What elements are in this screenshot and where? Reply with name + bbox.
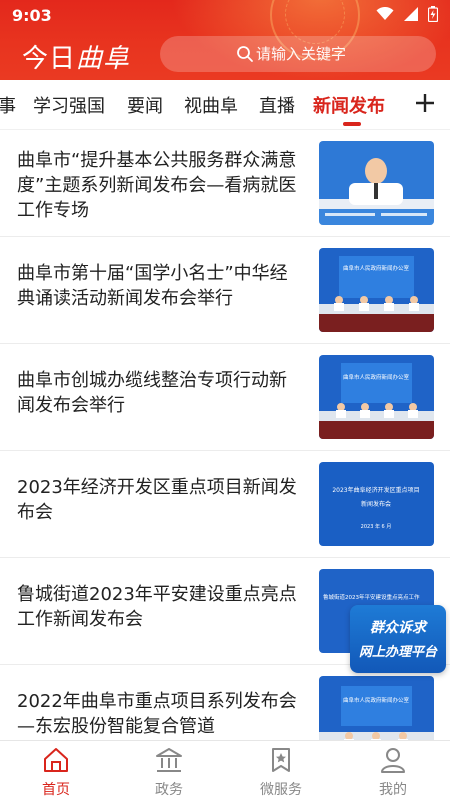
search-bar[interactable] — [160, 36, 436, 72]
nav-microservice-label: 微服务 — [260, 782, 302, 798]
nav-microservice[interactable]: 微服务 — [246, 747, 316, 799]
bottom-navigation: 首页 政务 微服务 我的 — [0, 740, 450, 800]
app-header: 9:03 今日曲阜 — [0, 0, 450, 80]
thumb-caption: 曲阜市人民政府新闻办公室 — [343, 373, 410, 381]
nav-profile-label: 我的 — [379, 782, 407, 798]
status-bar: 9:03 — [0, 0, 450, 32]
tab-xinwen-fabu[interactable]: 新闻发布 — [313, 92, 385, 118]
nav-government-label: 政务 — [155, 782, 183, 798]
tab-zhibo[interactable]: 直播 — [259, 92, 295, 118]
active-tab-indicator — [343, 122, 361, 126]
nav-profile[interactable]: 我的 — [358, 747, 428, 799]
news-item[interactable]: 曲阜市第十届“国学小名士”中华经典诵读活动新闻发布会举行 曲阜市人民政府新闻办公… — [0, 237, 450, 344]
news-thumbnail: 曲阜市人民政府新闻办公室 — [319, 355, 434, 439]
thumb-caption: 曲阜市人民政府新闻办公室 — [343, 264, 410, 272]
channel-tabs: 事 学习强国 要闻 视曲阜 直播 新闻发布 — [0, 80, 450, 130]
news-item[interactable]: 曲阜市“提升基本公共服务群众满意度”主题系列新闻发布会—看病就医工作专场 — [0, 130, 450, 237]
signal-icon — [404, 7, 418, 21]
news-item[interactable]: 2022年曲阜市重点项目系列发布会 —东宏股份智能复合管道 曲阜市人民政府新闻办… — [0, 665, 450, 740]
nav-home[interactable]: 首页 — [21, 747, 91, 799]
search-input[interactable] — [256, 45, 426, 63]
logo-script: 曲阜 — [76, 44, 131, 74]
tab-partial[interactable]: 事 — [0, 92, 16, 118]
battery-icon — [428, 6, 438, 22]
status-icons — [376, 6, 438, 22]
news-item[interactable]: 2023年经济开发区重点项目新闻发布会 2023年曲阜经济开发区重点项目 新闻发… — [0, 451, 450, 558]
thumb-date: 2023 年 6 月 — [361, 523, 392, 530]
news-title: 曲阜市“提升基本公共服务群众满意度”主题系列新闻发布会—看病就医工作专场 — [17, 150, 297, 221]
status-time: 9:03 — [12, 6, 52, 25]
government-building-icon — [156, 748, 182, 772]
news-thumbnail — [319, 141, 434, 225]
news-title: 鲁城街道2023年平安建设重点亮点工作新闻发布会 — [17, 584, 297, 630]
news-title: 曲阜市创城办缆线整治专项行动新闻发布会举行 — [17, 370, 287, 416]
tab-shi-qufu[interactable]: 视曲阜 — [184, 92, 238, 118]
tab-yaowen[interactable]: 要闻 — [127, 92, 163, 118]
thumb-caption: 曲阜市人民政府新闻办公室 — [343, 696, 410, 704]
thumb-caption: 鲁城街道2023年平安建设重点亮点工作 — [323, 593, 420, 601]
nav-government[interactable]: 政务 — [134, 747, 204, 799]
news-title: 2023年经济开发区重点项目新闻发布会 — [17, 477, 297, 523]
news-thumbnail: 2023年曲阜经济开发区重点项目 新闻发布会 2023 年 6 月 — [319, 462, 434, 546]
news-item[interactable]: 曲阜市创城办缆线整治专项行动新闻发布会举行 曲阜市人民政府新闻办公室 — [0, 344, 450, 451]
bookmark-star-icon — [272, 748, 290, 772]
banner-line1: 群众诉求 — [370, 620, 426, 636]
thumb-caption-2: 新闻发布会 — [361, 500, 391, 508]
news-title: 2022年曲阜市重点项目系列发布会 —东宏股份智能复合管道 — [17, 691, 297, 737]
news-thumbnail: 曲阜市人民政府新闻办公室 — [319, 676, 434, 740]
tab-xuexi-qiangguo[interactable]: 学习强国 — [33, 92, 105, 118]
appeal-platform-banner[interactable]: 群众诉求 网上办理平台 — [350, 605, 446, 673]
search-icon — [237, 46, 253, 62]
news-thumbnail: 曲阜市人民政府新闻办公室 — [319, 248, 434, 332]
app-logo: 今日曲阜 — [22, 38, 130, 75]
wifi-icon — [376, 7, 394, 20]
add-channel-icon[interactable] — [414, 92, 436, 114]
nav-home-label: 首页 — [42, 782, 70, 798]
home-icon — [44, 748, 68, 772]
logo-prefix: 今日 — [22, 44, 77, 74]
user-icon — [381, 748, 405, 773]
thumb-caption: 2023年曲阜经济开发区重点项目 — [332, 486, 419, 494]
news-title: 曲阜市第十届“国学小名士”中华经典诵读活动新闻发布会举行 — [17, 263, 288, 309]
banner-line2: 网上办理平台 — [358, 645, 437, 660]
